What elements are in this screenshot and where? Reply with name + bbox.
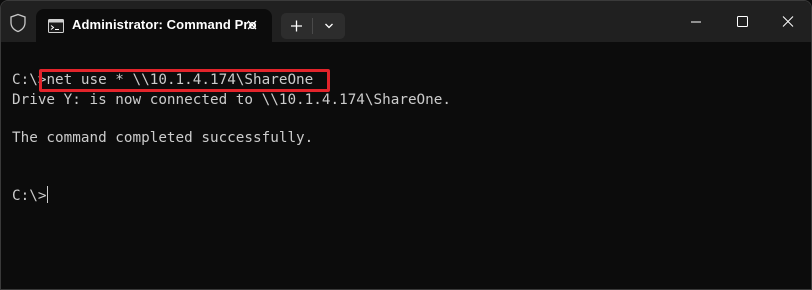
minimize-icon [691, 21, 701, 23]
output-line: Drive Y: is now connected to \\10.1.4.17… [12, 92, 451, 108]
tab-title: Administrator: Command Pro [72, 17, 257, 32]
command-highlight-box [39, 69, 330, 92]
plus-icon [291, 20, 302, 32]
close-icon [247, 20, 257, 30]
new-tab-button[interactable] [281, 13, 312, 39]
output-line: The command completed successfully. [12, 130, 314, 146]
close-tab-button[interactable] [244, 17, 260, 33]
shield-icon [9, 13, 27, 33]
close-window-button[interactable] [765, 1, 811, 42]
new-tab-group [281, 13, 345, 39]
prompt: C:\> [12, 188, 47, 204]
prompt-line: C:\> [12, 186, 49, 205]
text-cursor [47, 186, 49, 203]
profile-dropdown-button[interactable] [313, 13, 345, 39]
terminal-window: Administrator: Command Pro C:\>net use *… [0, 0, 812, 290]
tab-command-prompt[interactable]: Administrator: Command Pro [36, 9, 272, 42]
cmd-icon [48, 18, 64, 33]
minimize-button[interactable] [673, 1, 719, 42]
title-bar[interactable]: Administrator: Command Pro [1, 1, 811, 42]
close-icon [782, 16, 794, 27]
terminal-output[interactable]: C:\>net use * \\10.1.4.174\ShareOne Driv… [1, 42, 811, 289]
maximize-icon [737, 16, 748, 27]
maximize-button[interactable] [719, 1, 765, 42]
chevron-down-icon [325, 23, 333, 29]
